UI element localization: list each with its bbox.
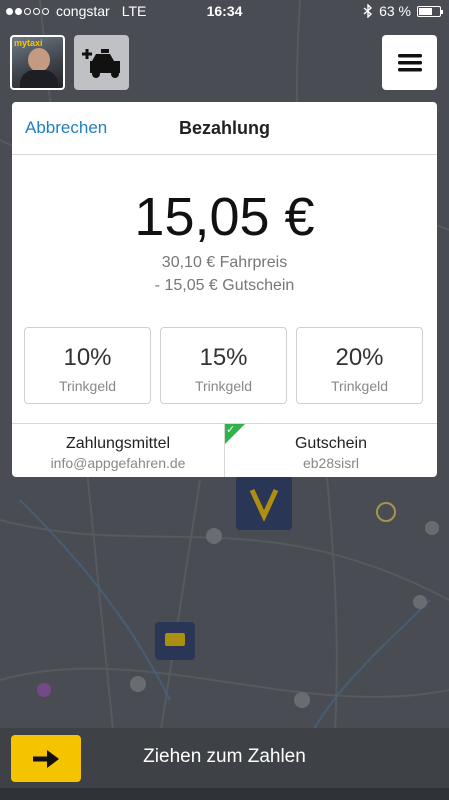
tip-20-button[interactable]: 20% Trinkgeld bbox=[296, 327, 423, 404]
tip-label: Trinkgeld bbox=[58, 378, 117, 394]
add-taxi-button[interactable] bbox=[74, 35, 129, 90]
voucher-title: Gutschein bbox=[294, 435, 368, 452]
bottom-strip bbox=[0, 788, 449, 800]
tip-15-button[interactable]: 15% Trinkgeld bbox=[160, 327, 287, 404]
slide-to-pay-label: Ziehen zum Zahlen bbox=[143, 746, 306, 767]
add-taxi-icon bbox=[81, 48, 120, 78]
payment-method-selector[interactable]: Zahlungsmittel info@appgefahren.de bbox=[12, 424, 224, 477]
battery-percent: 63 % bbox=[379, 3, 411, 19]
voucher-selector[interactable]: ✓ Gutschein eb28sisrl bbox=[224, 424, 437, 477]
tip-percent: 15% bbox=[199, 344, 248, 371]
driver-avatar[interactable]: mytaxi bbox=[10, 35, 65, 90]
tip-10-button[interactable]: 10% Trinkgeld bbox=[24, 327, 151, 404]
fare-line: 30,10 € Fahrpreis bbox=[161, 254, 288, 271]
voucher-code: eb28sisrl bbox=[302, 455, 360, 471]
hamburger-icon bbox=[397, 53, 422, 71]
tip-options: 10% Trinkgeld 15% Trinkgeld 20% Trinkgel… bbox=[24, 327, 423, 404]
menu-button[interactable] bbox=[382, 35, 437, 90]
payment-card: Abbrechen Bezahlung 15,05 € 30,10 € Fahr… bbox=[12, 102, 437, 477]
status-bar: congstar LTE 16:34 63 % bbox=[0, 0, 449, 22]
total-amount: 15,05 € bbox=[134, 187, 315, 247]
page-title: Bezahlung bbox=[178, 118, 270, 138]
card-footer: Zahlungsmittel info@appgefahren.de ✓ Gut… bbox=[12, 423, 437, 477]
battery-icon bbox=[417, 5, 443, 17]
payment-method-title: Zahlungsmittel bbox=[65, 435, 171, 452]
payment-method-value: info@appgefahren.de bbox=[50, 455, 186, 471]
tip-percent: 20% bbox=[335, 344, 384, 371]
checkmark-icon: ✓ bbox=[225, 424, 245, 444]
slide-to-pay-bar: Ziehen zum Zahlen bbox=[0, 728, 449, 788]
tip-percent: 10% bbox=[63, 344, 112, 371]
brand-badge: mytaxi bbox=[14, 38, 43, 48]
voucher-discount-line: - 15,05 € Gutschein bbox=[154, 277, 295, 294]
bluetooth-icon bbox=[363, 4, 373, 18]
card-header: Abbrechen Bezahlung bbox=[12, 102, 437, 155]
tip-label: Trinkgeld bbox=[330, 378, 389, 394]
tip-label: Trinkgeld bbox=[194, 378, 253, 394]
